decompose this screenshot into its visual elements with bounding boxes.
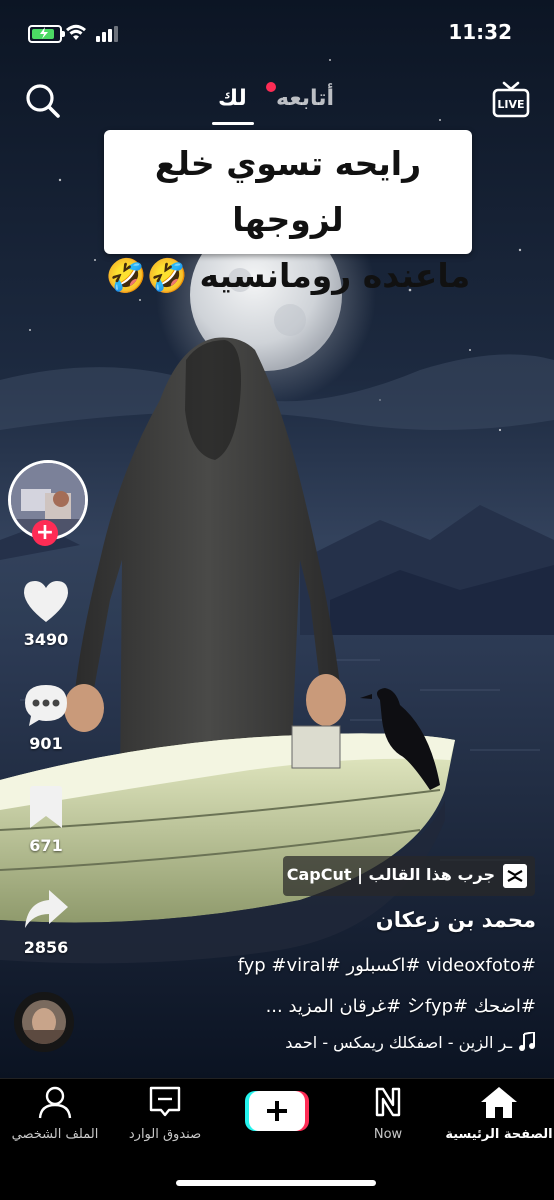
status-bar: 11:32 <box>0 0 554 64</box>
comment-count: 901 <box>29 734 63 753</box>
save-button[interactable]: 671 <box>14 784 78 855</box>
like-count: 3490 <box>23 630 69 649</box>
plus-icon <box>245 1091 309 1131</box>
music-note-icon <box>519 1032 535 1051</box>
notification-dot <box>266 82 276 92</box>
capcut-icon <box>503 864 527 888</box>
follow-button[interactable]: + <box>32 520 58 546</box>
home-indicator <box>176 1180 376 1186</box>
nav-profile-label: الملف الشخصي <box>11 1127 99 1142</box>
post-description-line-1[interactable]: #videoxfoto #اكسبلور #fyp #viral <box>238 955 536 976</box>
active-tab-indicator <box>212 122 254 125</box>
tab-for-you[interactable]: لك <box>218 86 247 111</box>
capcut-label: جرب هذا القالب | CapCut <box>286 865 495 884</box>
post-description-line-2[interactable]: #اضحك #シfyp #غرقان المزيد ... <box>266 992 536 1018</box>
share-button[interactable]: 2856 <box>14 886 78 957</box>
nav-inbox-label: صندوق الوارد <box>128 1127 202 1142</box>
comment-button[interactable]: 901 <box>14 682 78 753</box>
share-count: 2856 <box>23 938 69 957</box>
save-count: 671 <box>29 836 63 855</box>
battery-icon <box>28 25 65 43</box>
capcut-template-link[interactable]: جرب هذا القالب | CapCut <box>283 856 535 896</box>
nav-now[interactable]: Now <box>333 1085 443 1142</box>
sound-title: ـر الزين - اصفكلك ريمكس - احمد <box>285 1032 512 1052</box>
like-button[interactable]: 3490 <box>14 578 78 649</box>
sound-info[interactable]: ـر الزين - اصفكلك ريمكس - احمد <box>285 1032 536 1052</box>
inbox-icon <box>149 1086 181 1117</box>
caption-line-2: ماعنده رومانسيه 🤣🤣 <box>105 256 471 295</box>
cellular-signal-icon <box>96 26 118 42</box>
share-arrow-icon <box>25 890 68 928</box>
video-text-overlay: رايحه تسوي خلع لزوجها ماعنده رومانسيه 🤣🤣 <box>104 130 472 295</box>
nav-home-label: الصفحة الرئيسية <box>445 1127 553 1142</box>
home-icon <box>481 1087 517 1118</box>
top-nav: لك أتابعه LIVE <box>0 78 554 128</box>
bookmark-icon <box>30 786 62 828</box>
tiktok-feed-screen: 11:32 لك أتابعه LIVE رايحه تسوي خلع لزوج… <box>0 0 554 1200</box>
sound-disc[interactable] <box>14 992 74 1052</box>
nav-profile[interactable]: الملف الشخصي <box>0 1085 110 1142</box>
status-time: 11:32 <box>448 20 512 44</box>
wifi-icon <box>66 24 86 40</box>
tab-following[interactable]: أتابعه <box>276 86 334 111</box>
comment-icon <box>25 685 67 726</box>
live-tv-icon: LIVE <box>492 81 530 118</box>
now-icon <box>375 1087 401 1117</box>
caption-line-1: رايحه تسوي خلع لزوجها <box>154 144 422 239</box>
search-icon[interactable] <box>24 80 62 120</box>
nav-inbox[interactable]: صندوق الوارد <box>110 1085 220 1142</box>
nav-now-label: Now <box>373 1127 403 1142</box>
nav-home[interactable]: الصفحة الرئيسية <box>444 1085 554 1142</box>
creator-username[interactable]: محمد بن زعكان <box>376 908 536 932</box>
create-button[interactable] <box>245 1091 309 1131</box>
live-button[interactable]: LIVE <box>492 80 530 120</box>
heart-icon <box>24 581 68 622</box>
profile-icon <box>38 1086 72 1119</box>
live-label: LIVE <box>497 98 524 111</box>
sound-cover-image <box>22 1000 66 1044</box>
